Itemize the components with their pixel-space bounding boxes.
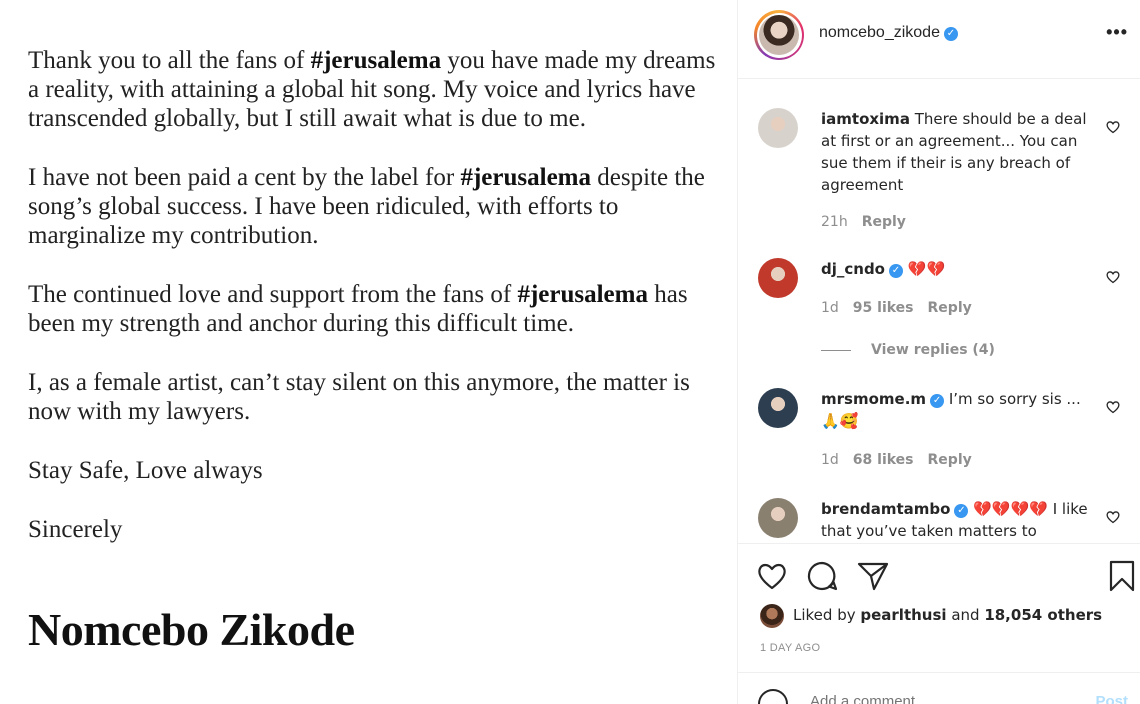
comment-avatar[interactable] xyxy=(758,388,798,428)
liker-username[interactable]: pearlthusi xyxy=(860,606,946,624)
letter-paragraph: Stay Safe, Love always xyxy=(28,456,728,485)
letter-paragraph: Thank you to all the fans of #jerusalema… xyxy=(28,46,728,133)
signature: Nomcebo Zikode xyxy=(28,604,355,655)
comment-body: dj_cndo ✓ 💔💔 xyxy=(821,258,1091,280)
hashtag-text: #jerusalema xyxy=(460,164,591,191)
add-comment-input[interactable] xyxy=(810,693,1070,704)
likes-middle: and xyxy=(946,606,985,624)
post-side-panel: nomcebo_zikode ✓ ••• iamtoxima There shou… xyxy=(738,0,1140,704)
profile-username[interactable]: nomcebo_zikode ✓ xyxy=(819,24,958,42)
reply-button[interactable]: Reply xyxy=(928,300,972,316)
post-date[interactable]: 1 DAY AGO xyxy=(760,642,820,654)
comment-username[interactable]: mrsmome.m xyxy=(821,390,926,408)
letter-paragraph: The continued love and support from the … xyxy=(28,280,728,338)
comment-body: brendamtambo ✓ 💔💔💔💔 I like that you’ve ta… xyxy=(821,498,1091,542)
comment-avatar[interactable] xyxy=(758,258,798,298)
comment-body: iamtoxima There should be a deal at firs… xyxy=(821,108,1091,196)
action-bar xyxy=(738,545,1140,605)
likes-prefix: Liked by xyxy=(793,606,861,624)
hashtag-text: #jerusalema xyxy=(517,281,648,308)
comment-time[interactable]: 1d xyxy=(821,452,839,468)
comment-icon[interactable] xyxy=(806,560,838,592)
add-comment-bar: Post xyxy=(738,672,1140,704)
comment-time[interactable]: 1d xyxy=(821,300,839,316)
reply-button[interactable]: Reply xyxy=(862,214,906,230)
post-image: Thank you to all the fans of #jerusalema… xyxy=(0,0,738,704)
comment-avatar[interactable] xyxy=(758,498,798,538)
more-options-button[interactable]: ••• xyxy=(1106,22,1128,43)
liker-avatar[interactable] xyxy=(760,604,784,628)
comment-like-icon[interactable] xyxy=(1106,400,1120,414)
profile-avatar[interactable] xyxy=(754,10,804,60)
comment-like-icon[interactable] xyxy=(1106,270,1120,284)
comment-meta: 1d 95 likes Reply xyxy=(821,300,986,316)
comment-time[interactable]: 21h xyxy=(821,214,848,230)
letter-paragraph: Sincerely xyxy=(28,515,728,544)
comment-like-icon[interactable] xyxy=(1106,120,1120,134)
view-replies-label[interactable]: View replies (4) xyxy=(871,342,995,358)
comment-text: 💔💔 xyxy=(907,260,946,278)
letter-text: Sincerely xyxy=(28,516,123,543)
hashtag-text: #jerusalema xyxy=(310,47,442,74)
comment-username[interactable]: dj_cndo xyxy=(821,260,885,278)
letter-text: Thank you to all the fans of xyxy=(28,47,311,74)
comments-list[interactable]: iamtoxima There should be a deal at firs… xyxy=(738,80,1140,544)
letter-text: The continued love and support from the … xyxy=(28,281,518,308)
comment-username[interactable]: brendamtambo xyxy=(821,500,950,518)
letter-paragraph: I, as a female artist, can’t stay silent… xyxy=(28,368,728,426)
bookmark-icon[interactable] xyxy=(1106,560,1138,592)
comment-avatar[interactable] xyxy=(758,108,798,148)
comment-likes[interactable]: 95 likes xyxy=(853,300,914,316)
verified-icon: ✓ xyxy=(954,504,969,518)
emoji-icon[interactable] xyxy=(758,689,788,704)
letter-text: I have not been paid a cent by the label… xyxy=(28,164,461,191)
verified-icon: ✓ xyxy=(930,394,945,408)
letter-paragraph: I have not been paid a cent by the label… xyxy=(28,163,728,250)
heart-icon[interactable] xyxy=(756,560,788,592)
verified-icon: ✓ xyxy=(943,27,958,41)
verified-icon: ✓ xyxy=(889,264,903,278)
post-comment-button[interactable]: Post xyxy=(1095,693,1128,704)
likes-count[interactable]: 18,054 others xyxy=(984,606,1102,624)
username-text[interactable]: nomcebo_zikode xyxy=(819,24,940,41)
replies-divider xyxy=(821,349,851,351)
letter-text: I, as a female artist, can’t stay silent… xyxy=(28,369,690,425)
comment-meta: 21h Reply xyxy=(821,214,920,230)
view-replies-button[interactable]: View replies (4) xyxy=(821,342,995,358)
letter-text: Stay Safe, Love always xyxy=(28,457,263,484)
comment-body: mrsmome.m ✓ I’m so sorry sis ... 🙏🥰 xyxy=(821,388,1091,432)
post-letter: Thank you to all the fans of #jerusalema… xyxy=(28,46,728,574)
post-header: nomcebo_zikode ✓ ••• xyxy=(738,0,1140,79)
comment-likes[interactable]: 68 likes xyxy=(853,452,914,468)
comment-username[interactable]: iamtoxima xyxy=(821,110,910,128)
comment-meta: 1d 68 likes Reply xyxy=(821,452,986,468)
reply-button[interactable]: Reply xyxy=(928,452,972,468)
share-icon[interactable] xyxy=(857,560,889,592)
comment-like-icon[interactable] xyxy=(1106,510,1120,524)
